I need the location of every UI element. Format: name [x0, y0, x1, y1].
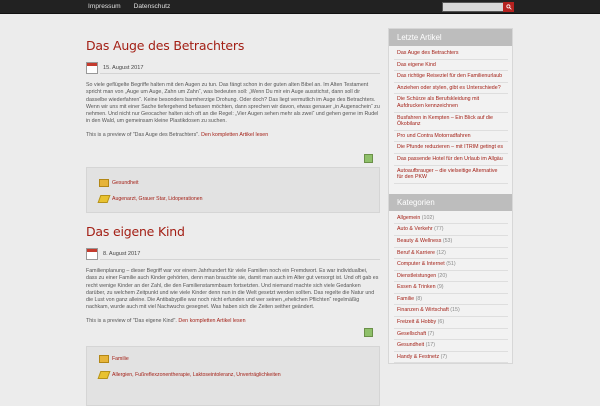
tag-icon	[97, 195, 111, 203]
category-item[interactable]: Beauty & Wellness (53)	[394, 236, 508, 248]
category-name[interactable]: Essen & Trinken	[397, 284, 436, 290]
category-name[interactable]: Dienstleistungen	[397, 273, 436, 279]
recent-post-link[interactable]: Das Auge des Betrachters	[394, 48, 508, 60]
tag-links[interactable]: Allergien, Fußreflexzonentherapie, Lakto…	[112, 372, 281, 378]
category-count: (7)	[440, 353, 448, 360]
recent-post-link[interactable]: Die Pfunde reduzieren – mit ITRIM geting…	[394, 142, 508, 154]
category-item[interactable]: Computer & Internet (51)	[394, 259, 508, 271]
recent-post-link[interactable]: Das passende Hotel für den Urlaub im All…	[394, 154, 508, 166]
post-footer: Gesundheit Augenarzt, Grauer Star, Lidop…	[86, 167, 380, 213]
category-item[interactable]: Handy & Festnetz (7)	[394, 352, 508, 364]
category-item[interactable]: Finanzen & Wirtschaft (15)	[394, 305, 508, 318]
calendar-icon	[86, 62, 98, 74]
recent-post-link[interactable]: Die Schürze als Berufskleidung mit Aufdr…	[394, 94, 508, 113]
category-count: (20)	[437, 272, 448, 279]
category-item[interactable]: Freizeit & Hobby (6)	[394, 317, 508, 329]
post-tags: Allergien, Fußreflexzonentherapie, Lakto…	[97, 371, 281, 379]
search-button[interactable]	[503, 2, 514, 12]
category-item[interactable]: Beruf & Karriere (12)	[394, 248, 508, 260]
category-name[interactable]: Freizeit & Hobby	[397, 319, 436, 325]
category-name[interactable]: Gesellschaft	[397, 331, 426, 337]
post-title[interactable]: Das Auge des Betrachters	[86, 38, 380, 54]
post-footer: Familie Allergien, Fußreflexzonentherapi…	[86, 346, 380, 406]
post-title[interactable]: Das eigene Kind	[86, 224, 380, 240]
category-item[interactable]: Gesundheit (17)	[394, 340, 508, 352]
category-item[interactable]: Essen & Trinken (9)	[394, 282, 508, 294]
category-name[interactable]: Allgemein	[397, 215, 420, 221]
category-item[interactable]: Dienstleistungen (20)	[394, 271, 508, 283]
post: Das Auge des Betrachters 15. August 2017…	[86, 38, 380, 213]
category-name[interactable]: Beruf & Karriere	[397, 250, 435, 256]
recent-post-link[interactable]: Das richtige Reiseziel für den Familienu…	[394, 71, 508, 83]
category-link[interactable]: Gesundheit	[112, 180, 139, 186]
post-category: Gesundheit	[99, 179, 139, 187]
category-count: (51)	[446, 261, 456, 268]
post-preview: This is a preview of "Das Auge des Betra…	[86, 132, 380, 138]
tag-links[interactable]: Augenarzt, Grauer Star, Lidoperationen	[112, 196, 203, 202]
post-tags: Augenarzt, Grauer Star, Lidoperationen	[97, 195, 203, 203]
category-name[interactable]: Handy & Festnetz	[397, 354, 439, 360]
category-count: (7)	[427, 330, 435, 337]
nav-impressum[interactable]: Impressum	[88, 0, 121, 14]
post: Das eigene Kind 8. August 2017 Familienp…	[86, 224, 380, 406]
category-link[interactable]: Familie	[112, 356, 129, 362]
category-count: (15)	[450, 307, 460, 314]
folder-icon	[99, 355, 109, 363]
category-item[interactable]: Gesellschaft (7)	[394, 329, 508, 341]
post-body: So viele geflügelte Begriffe halten mit …	[86, 82, 380, 125]
post-preview: This is a preview of "Das eigene Kind". …	[86, 318, 380, 324]
category-count: (77)	[434, 226, 444, 233]
post-date: 15. August 2017	[103, 65, 144, 71]
category-name[interactable]: Gesundheit	[397, 342, 424, 348]
preview-text: This is a preview of "Das Auge des Betra…	[86, 131, 200, 138]
post-body: Familienplanung – dieser Begriff war vor…	[86, 268, 379, 311]
search-icon	[505, 4, 512, 10]
category-count: (53)	[442, 237, 453, 244]
category-count: (8)	[415, 295, 423, 302]
category-count: (12)	[436, 249, 446, 256]
category-name[interactable]: Finanzen & Wirtschaft	[397, 307, 449, 313]
recent-posts-title: Letzte Artikel	[389, 29, 512, 46]
post-date: 8. August 2017	[103, 251, 141, 257]
category-count: (17)	[425, 342, 435, 349]
sidebar: Letzte Artikel Das Auge des Betrachters …	[388, 28, 513, 365]
top-nav: Impressum Datenschutz	[88, 0, 183, 14]
page-icon	[364, 328, 373, 337]
category-item[interactable]: Familie (8)	[394, 294, 508, 306]
top-bar: Impressum Datenschutz	[0, 0, 600, 14]
category-count: (6)	[437, 319, 445, 326]
post-list: Das Auge des Betrachters 15. August 2017…	[86, 38, 380, 406]
category-name[interactable]: Beauty & Wellness	[397, 238, 441, 244]
meta-divider	[100, 73, 380, 74]
category-count: (9)	[437, 284, 444, 291]
category-count: (102)	[421, 214, 435, 221]
folder-icon	[99, 179, 109, 187]
categories-list: Allgemein (102) Auto & Verkehr (77) Beauty…	[389, 211, 512, 364]
category-item[interactable]: Auto & Verkehr (77)	[394, 224, 508, 236]
category-name[interactable]: Auto & Verkehr	[397, 226, 433, 232]
post-meta: 15. August 2017	[86, 61, 380, 75]
recent-post-link[interactable]: Pro und Contra Motorradfahren	[394, 131, 508, 143]
recent-post-link[interactable]: Busfahren in Kempten – Ein Blick auf die…	[394, 113, 508, 131]
calendar-icon	[86, 248, 98, 260]
recent-posts-list: Das Auge des Betrachters Das eigene Kind…	[389, 46, 512, 184]
tag-icon	[97, 371, 111, 379]
post-category: Familie	[99, 355, 129, 363]
recent-post-link[interactable]: Das eigene Kind	[394, 60, 508, 72]
recent-post-link[interactable]: Anziehen oder stylen, gibt es Unterschie…	[394, 83, 508, 95]
recent-post-link[interactable]: Autoaufbrauger – die vielseitige Alterna…	[394, 166, 508, 184]
nav-datenschutz[interactable]: Datenschutz	[134, 0, 171, 14]
meta-divider	[100, 259, 380, 260]
read-more-link[interactable]: Den kompletten Artikel lesen	[201, 132, 268, 138]
category-item[interactable]: Allgemein (102)	[394, 213, 508, 225]
category-name[interactable]: Computer & Internet	[397, 261, 445, 267]
read-more-link[interactable]: Den kompletten Artikel lesen	[178, 318, 245, 324]
post-meta: 8. August 2017	[86, 247, 380, 261]
page-icon	[364, 154, 373, 163]
category-name[interactable]: Familie	[397, 296, 414, 302]
categories-title: Kategorien	[389, 193, 512, 211]
preview-text: This is a preview of "Das eigene Kind".	[86, 317, 177, 324]
